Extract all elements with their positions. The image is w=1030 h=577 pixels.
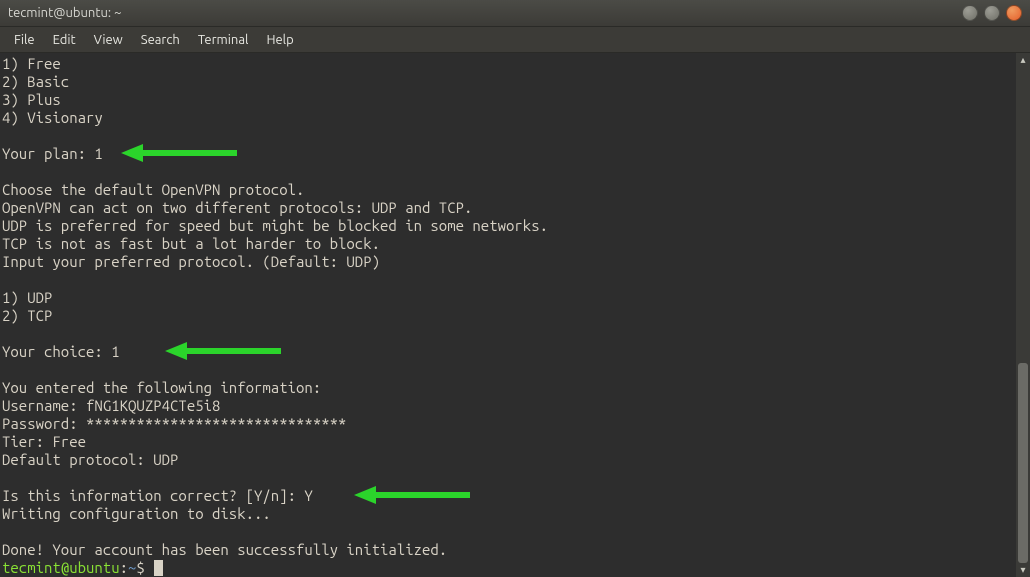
- summary-header: You entered the following information:: [2, 379, 321, 396]
- writing-line: Writing configuration to disk...: [2, 505, 271, 522]
- plan-answer: 1: [94, 145, 102, 162]
- terminal-window: tecmint@ubuntu: ~ File Edit View Search …: [0, 0, 1030, 577]
- plan-option-3: 3) Plus: [2, 91, 61, 108]
- plan-option-4: 4) Visionary: [2, 109, 103, 126]
- menu-terminal[interactable]: Terminal: [190, 30, 257, 50]
- menu-view[interactable]: View: [86, 30, 131, 50]
- summary-protocol: UDP: [153, 451, 178, 468]
- titlebar[interactable]: tecmint@ubuntu: ~: [0, 0, 1030, 27]
- shell-prompt-sep: :: [120, 559, 128, 576]
- cursor-icon: [154, 560, 163, 576]
- proto-line-1: Choose the default OpenVPN protocol.: [2, 181, 304, 198]
- scroll-down-icon[interactable]: ▾: [1016, 563, 1030, 577]
- scroll-up-icon[interactable]: ▴: [1016, 53, 1030, 67]
- summary-password: *******************************: [86, 415, 346, 432]
- confirm-prompt-label: Is this information correct? [Y/n]:: [2, 487, 304, 504]
- terminal-output[interactable]: 1) Free 2) Basic 3) Plus 4) Visionary Yo…: [0, 53, 1016, 577]
- summary-username: fNG1KQUZP4CTe5i8: [86, 397, 220, 414]
- menubar: File Edit View Search Terminal Help: [0, 27, 1030, 53]
- proto-line-4: TCP is not as fast but a lot harder to b…: [2, 235, 380, 252]
- menu-file[interactable]: File: [6, 30, 43, 50]
- plan-option-1: 1) Free: [2, 55, 61, 72]
- proto-line-3: UDP is preferred for speed but might be …: [2, 217, 548, 234]
- window-title: tecmint@ubuntu: ~: [8, 6, 962, 20]
- summary-protocol-label: Default protocol:: [2, 451, 153, 468]
- confirm-answer: Y: [304, 487, 312, 504]
- minimize-button[interactable]: [962, 5, 978, 21]
- protocol-option-2: 2) TCP: [2, 307, 52, 324]
- terminal-area: 1) Free 2) Basic 3) Plus 4) Visionary Yo…: [0, 53, 1030, 577]
- close-button[interactable]: [1006, 5, 1022, 21]
- scrollbar[interactable]: ▴ ▾: [1016, 53, 1030, 577]
- scroll-thumb[interactable]: [1018, 363, 1028, 563]
- choice-prompt-label: Your choice:: [2, 343, 111, 360]
- summary-tier-label: Tier:: [2, 433, 52, 450]
- done-line: Done! Your account has been successfully…: [2, 541, 447, 558]
- proto-line-5: Input your preferred protocol. (Default:…: [2, 253, 380, 270]
- summary-tier: Free: [52, 433, 86, 450]
- protocol-option-1: 1) UDP: [2, 289, 52, 306]
- plan-prompt-label: Your plan:: [2, 145, 94, 162]
- maximize-button[interactable]: [984, 5, 1000, 21]
- summary-username-label: Username:: [2, 397, 86, 414]
- menu-help[interactable]: Help: [258, 30, 301, 50]
- proto-line-2: OpenVPN can act on two different protoco…: [2, 199, 472, 216]
- shell-prompt-user: tecmint@ubuntu: [2, 559, 120, 576]
- choice-answer: 1: [111, 343, 119, 360]
- menu-search[interactable]: Search: [133, 30, 188, 50]
- plan-option-2: 2) Basic: [2, 73, 69, 90]
- window-controls: [962, 5, 1022, 21]
- shell-prompt-end: $: [136, 559, 153, 576]
- summary-password-label: Password:: [2, 415, 86, 432]
- menu-edit[interactable]: Edit: [45, 30, 84, 50]
